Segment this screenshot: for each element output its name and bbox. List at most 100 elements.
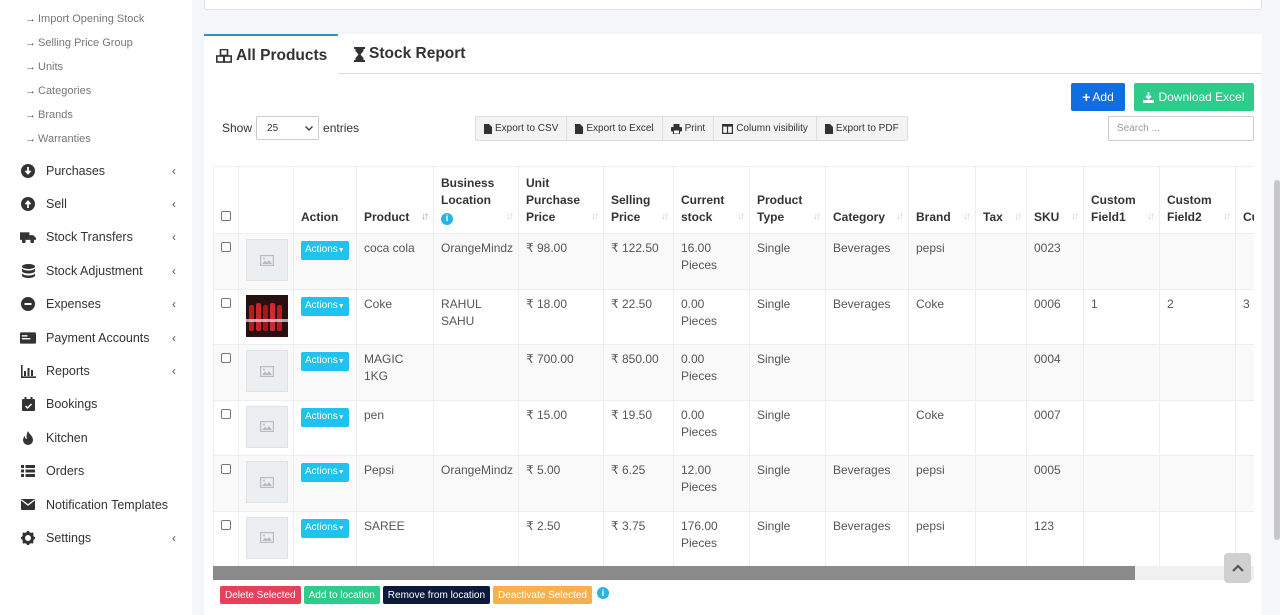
submenu-item-units[interactable]: → Units — [0, 55, 192, 79]
submenu-item-warranties[interactable]: → Warranties — [0, 127, 192, 151]
image-placeholder[interactable] — [246, 461, 288, 504]
row-checkbox[interactable] — [221, 408, 231, 419]
actions-dropdown-button[interactable]: Actions▼ — [301, 296, 349, 316]
sidebar-item-expenses[interactable]: Expenses ‹ — [0, 288, 192, 321]
header-tax[interactable]: Tax ↓↑ — [975, 166, 1027, 234]
image-placeholder[interactable] — [246, 405, 288, 448]
info-icon[interactable]: i — [441, 212, 453, 225]
select-all-checkbox[interactable] — [221, 211, 231, 221]
sidebar-item-stock-transfers[interactable]: Stock Transfers ‹ — [0, 221, 192, 254]
header-sku[interactable]: SKU ↓↑ — [1026, 166, 1084, 234]
row-checkbox[interactable] — [221, 297, 231, 308]
add-product-button[interactable]: + Add — [1071, 83, 1125, 111]
image-placeholder[interactable] — [246, 239, 288, 281]
cell-purchase: ₹ 700.00 — [518, 344, 604, 401]
fire-icon — [20, 430, 36, 446]
sort-icon: ↓↑ — [1147, 211, 1155, 222]
cell-sku: 123 — [1026, 510, 1084, 566]
entries-select[interactable]: 25 — [256, 116, 320, 140]
cell-cf2 — [1159, 455, 1236, 512]
image-placeholder[interactable] — [246, 350, 288, 393]
product-image-cell — [238, 455, 294, 512]
header-category[interactable]: Category ↓↑ — [825, 166, 909, 234]
action-cell: Actions▼ — [293, 344, 357, 401]
remove-from-location-button[interactable]: Remove from location — [382, 586, 491, 604]
sidebar-item-payment-accounts[interactable]: Payment Accounts ‹ — [0, 321, 192, 354]
cell-tax — [975, 233, 1027, 290]
add-to-location-button[interactable]: Add to location — [303, 586, 380, 604]
deactivate-selected-button[interactable]: Deactivate Selected — [493, 586, 592, 604]
actions-dropdown-button[interactable]: Actions▼ — [301, 463, 349, 483]
scrollbar-thumb[interactable] — [213, 566, 1135, 580]
sort-icon: ↓↑ — [591, 211, 599, 222]
sidebar-item-stock-adjustment[interactable]: Stock Adjustment ‹ — [0, 254, 192, 287]
caret-down-icon: ▼ — [337, 358, 345, 366]
export-button-group: Export to CSV Export to Excel Print Colu… — [475, 116, 908, 141]
submenu-item-categories[interactable]: → Categories — [0, 79, 192, 103]
sidebar-item-settings[interactable]: Settings ‹ — [0, 521, 192, 554]
row-checkbox[interactable] — [221, 242, 231, 252]
product-image-cell — [238, 288, 294, 346]
tab-all-products[interactable]: All Products — [204, 34, 338, 75]
row-checkbox[interactable] — [221, 353, 231, 364]
cell-purchase: ₹ 98.00 — [518, 233, 604, 290]
actions-dropdown-button[interactable]: Actions▼ — [301, 518, 349, 538]
file-icon — [484, 123, 492, 134]
sidebar-item-reports[interactable]: Reports ‹ — [0, 354, 192, 387]
submenu-item-selling-price-group[interactable]: → Selling Price Group — [0, 31, 192, 55]
product-thumbnail[interactable] — [246, 294, 288, 337]
submenu-item-import-opening-stock[interactable]: → Import Opening Stock — [0, 7, 192, 31]
actions-dropdown-button[interactable]: Actions▼ — [301, 352, 349, 372]
page-scrollbar[interactable] — [1274, 180, 1280, 540]
sort-icon: ↓↑ — [813, 211, 821, 222]
header-action: Action — [293, 166, 357, 234]
header-product-type[interactable]: Product Type ↓↑ — [749, 166, 826, 234]
header-business-location[interactable]: Business Location i ↓↑ — [433, 166, 519, 234]
sidebar-item-sell[interactable]: Sell ‹ — [0, 187, 192, 220]
cell-cf2 — [1159, 399, 1236, 457]
column-visibility-button[interactable]: Column visibility — [714, 117, 817, 140]
header-selling-price[interactable]: Selling Price ↓↑ — [603, 166, 674, 234]
search-input[interactable]: Search ... — [1108, 116, 1254, 141]
cell-purchase: ₹ 18.00 — [518, 288, 604, 346]
actions-dropdown-button[interactable]: Actions▼ — [301, 407, 349, 427]
print-button[interactable]: Print — [663, 117, 715, 140]
horizontal-scrollbar[interactable] — [213, 566, 1254, 580]
sidebar-item-orders[interactable]: Orders — [0, 455, 192, 488]
scroll-to-top-button[interactable] — [1224, 553, 1251, 583]
cell-product: pen — [356, 399, 434, 457]
select-all-header — [213, 166, 239, 234]
sidebar-item-purchases[interactable]: Purchases ‹ — [0, 154, 192, 187]
image-placeholder[interactable] — [246, 516, 288, 559]
row-checkbox[interactable] — [221, 519, 231, 530]
table-row: Actions▼ SAREE ₹ 2.50 ₹ 3.75 176.00 Pieces Si… — [213, 510, 1254, 566]
header-custom-field1[interactable]: Custom Field1 ↓↑ — [1083, 166, 1160, 234]
action-cell: Actions▼ — [293, 510, 357, 566]
sidebar-item-bookings[interactable]: Bookings — [0, 388, 192, 421]
tab-stock-report[interactable]: Stock Report — [354, 34, 465, 74]
header-unit-purchase-price[interactable]: Unit Purchase Price ↓↑ — [518, 166, 604, 234]
header-brand[interactable]: Brand ↓↑ — [908, 166, 976, 234]
export-pdf-button[interactable]: Export to PDF — [817, 117, 907, 140]
sidebar-item-kitchen[interactable]: Kitchen — [0, 421, 192, 454]
sidebar-item-notification-templates[interactable]: Notification Templates — [0, 488, 192, 521]
file-icon — [575, 123, 584, 134]
export-csv-button[interactable]: Export to CSV — [476, 117, 568, 140]
cell-type: Single — [749, 399, 826, 457]
row-select-cell — [213, 510, 239, 566]
product-submenu: → Import Opening Stock → Selling Price Gro… — [0, 0, 192, 154]
delete-selected-button[interactable]: Delete Selected — [220, 586, 301, 604]
cell-type: Single — [749, 510, 826, 566]
header-current-stock[interactable]: Current stock ↓↑ — [673, 166, 750, 234]
cell-tax — [975, 510, 1027, 566]
cell-purchase: ₹ 5.00 — [518, 455, 604, 512]
actions-dropdown-button[interactable]: Actions▼ — [301, 241, 349, 260]
header-product[interactable]: Product ↓↑ — [356, 166, 434, 234]
header-custom-field3[interactable]: Cu Fi — [1235, 166, 1254, 234]
download-excel-button[interactable]: Download Excel — [1134, 83, 1254, 111]
header-custom-field2[interactable]: Custom Field2 ↓↑ — [1159, 166, 1236, 234]
export-excel-button[interactable]: Export to Excel — [567, 117, 663, 140]
row-checkbox[interactable] — [221, 464, 231, 475]
submenu-item-brands[interactable]: → Brands — [0, 103, 192, 127]
info-icon[interactable]: i — [597, 587, 609, 599]
